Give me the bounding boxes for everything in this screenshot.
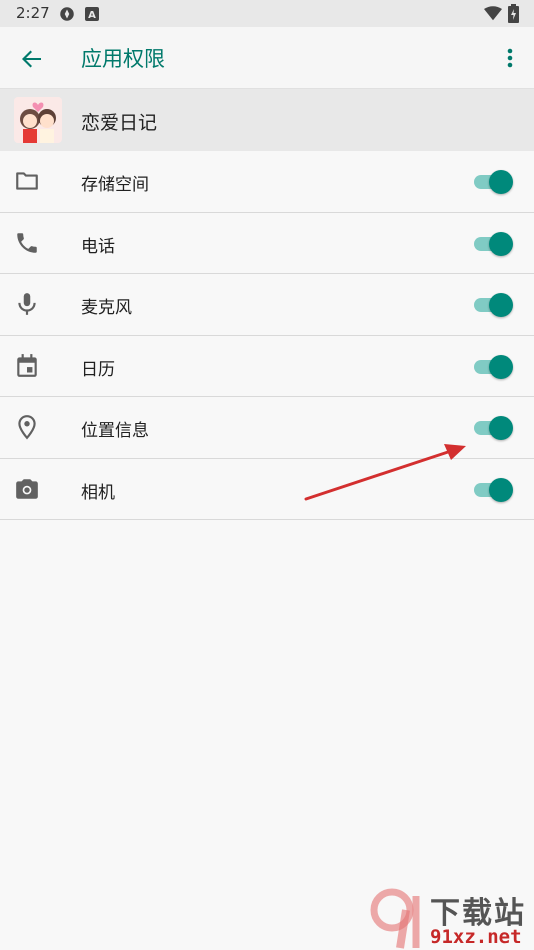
permission-label: 日历 [81,359,115,380]
camera-toggle[interactable] [474,477,514,503]
permission-row-location[interactable]: 位置信息 [0,397,534,459]
sync-icon [60,7,74,21]
permission-label: 相机 [81,482,115,503]
permission-row-phone[interactable]: 电话 [0,213,534,274]
permission-row-storage[interactable]: 存储空间 [0,151,534,213]
folder-icon [16,172,38,190]
app-header: 恋爱日记 [0,89,534,151]
watermark-logo [370,888,420,949]
mic-icon [18,293,36,315]
permission-label: 电话 [81,236,115,257]
back-arrow-icon [22,50,41,68]
phone-icon [17,232,37,253]
overflow-menu-button[interactable] [496,43,524,75]
svg-text:A: A [88,10,96,21]
app-name: 恋爱日记 [81,112,158,134]
status-bar: 2:27 A [0,0,534,27]
permission-label: 麦克风 [81,298,132,318]
calendar-toggle[interactable] [474,354,514,380]
permission-row-microphone[interactable]: 麦克风 [0,274,534,336]
watermark: 下载站 91xz.net [370,888,534,950]
location-icon [18,415,36,440]
status-time: 2:27 [16,4,50,22]
calendar-icon [17,353,37,377]
wifi-icon [484,6,502,21]
page-title: 应用权限 [81,47,165,71]
storage-toggle[interactable] [474,169,514,195]
app-bar: 应用权限 [0,27,534,89]
permission-row-camera[interactable]: 相机 [0,459,534,520]
app-icon [14,97,62,143]
permission-label: 位置信息 [81,421,149,441]
permission-list: 存储空间 电话 麦克风 日历 位置信息 相机 [0,151,534,520]
watermark-site: 91xz.net [430,926,522,948]
camera-icon [16,478,38,499]
permission-label: 存储空间 [81,175,149,195]
a-icon: A [85,7,99,21]
location-toggle[interactable] [474,415,514,441]
permission-row-calendar[interactable]: 日历 [0,336,534,397]
back-button[interactable] [14,41,50,77]
battery-icon [508,4,519,23]
more-vert-icon [507,48,513,68]
phone-toggle[interactable] [474,231,514,257]
microphone-toggle[interactable] [474,292,514,318]
